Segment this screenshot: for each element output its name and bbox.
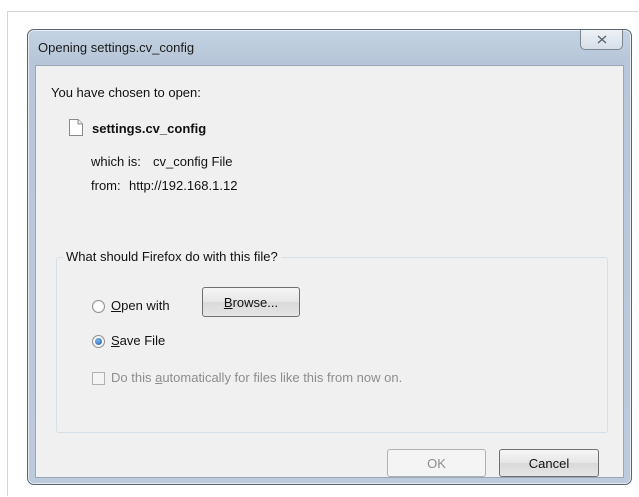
close-button[interactable] — [580, 30, 623, 50]
auto-checkbox[interactable] — [92, 372, 105, 385]
open-with-label[interactable]: Open with — [111, 298, 170, 313]
ok-button[interactable]: OK — [387, 449, 486, 477]
open-with-radio[interactable] — [92, 300, 105, 313]
auto-checkbox-label[interactable]: Do this automatically for files like thi… — [111, 370, 402, 385]
file-type-value: cv_config File — [153, 154, 233, 169]
download-dialog: Opening settings.cv_config You have chos… — [27, 29, 632, 485]
intro-text: You have chosen to open: — [51, 85, 201, 100]
file-name: settings.cv_config — [92, 121, 207, 136]
from-label: from: — [91, 178, 121, 193]
save-file-label[interactable]: Save File — [111, 333, 165, 348]
dialog-body: You have chosen to open: settings.cv_con… — [35, 65, 624, 478]
close-icon — [597, 35, 606, 44]
which-is-label: which is: — [91, 154, 141, 169]
action-question: What should Firefox do with this file? — [63, 249, 281, 264]
file-icon — [69, 119, 83, 136]
dialog-title: Opening settings.cv_config — [38, 40, 195, 55]
source-url: http://192.168.1.12 — [129, 178, 238, 193]
save-file-radio[interactable] — [92, 335, 105, 348]
browse-button[interactable]: Browse... — [202, 287, 300, 317]
cancel-button[interactable]: Cancel — [499, 449, 599, 477]
